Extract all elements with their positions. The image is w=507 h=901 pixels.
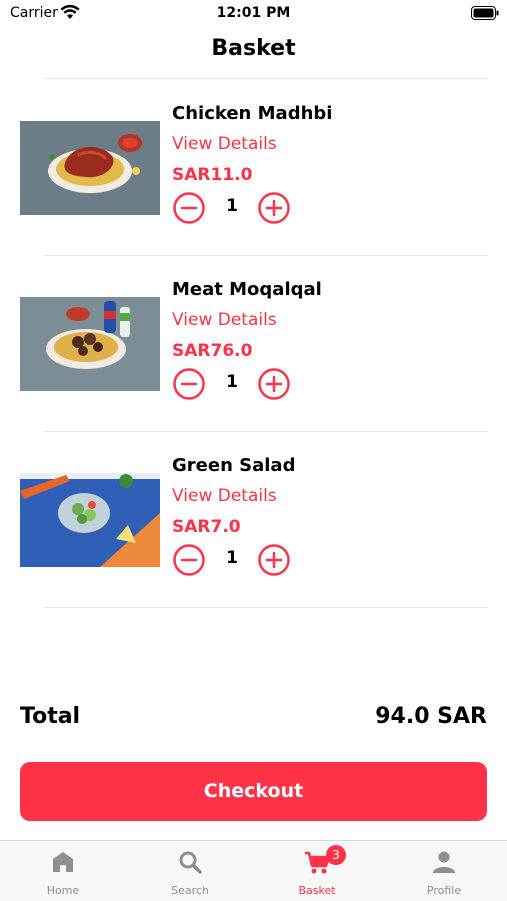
- decrease-quantity-button[interactable]: [173, 192, 205, 224]
- quantity-value: 1: [226, 548, 238, 568]
- tab-basket[interactable]: 3 Basket: [254, 841, 380, 901]
- tab-bar: Home Search 3 Basket Profile: [0, 840, 507, 901]
- basket-item: Chicken Madhbi View Details SAR11.0 1: [0, 79, 507, 255]
- home-icon: [53, 852, 73, 872]
- view-details-link[interactable]: View Details: [172, 486, 277, 506]
- item-price: SAR11.0: [172, 165, 253, 185]
- increase-quantity-button[interactable]: [258, 368, 290, 400]
- decrease-quantity-button[interactable]: [173, 544, 205, 576]
- tab-label: Profile: [426, 884, 462, 897]
- basket-item: Green Salad View Details SAR7.0 1: [0, 431, 507, 607]
- quantity-value: 1: [226, 196, 238, 216]
- total-value: 94.0 SAR: [375, 704, 487, 729]
- view-details-link[interactable]: View Details: [172, 134, 277, 154]
- decrease-quantity-button[interactable]: [173, 368, 205, 400]
- tab-label: Basket: [298, 884, 336, 897]
- basket-item: Meat Moqalqal View Details SAR76.0 1: [0, 255, 507, 431]
- quantity-value: 1: [226, 372, 238, 392]
- checkout-button[interactable]: Checkout: [20, 762, 487, 821]
- item-price: SAR7.0: [172, 517, 241, 537]
- tab-label: Search: [171, 884, 209, 897]
- item-name: Chicken Madhbi: [172, 103, 333, 124]
- salad-photo: [20, 473, 160, 567]
- cart-count-badge: 3: [326, 845, 346, 865]
- tab-search[interactable]: Search: [127, 841, 253, 901]
- item-price: SAR76.0: [172, 341, 253, 361]
- meat-rice-photo: [20, 297, 160, 391]
- total-label: Total: [20, 704, 81, 729]
- search-icon: [179, 851, 202, 874]
- increase-quantity-button[interactable]: [258, 544, 290, 576]
- tab-profile[interactable]: Profile: [381, 841, 507, 901]
- status-bar: Carrier 12:01 PM: [0, 0, 507, 28]
- tab-label: Home: [46, 884, 80, 897]
- clock: 12:01 PM: [216, 5, 291, 21]
- view-details-link[interactable]: View Details: [172, 310, 277, 330]
- tab-home[interactable]: Home: [0, 841, 126, 901]
- item-name: Green Salad: [172, 455, 296, 476]
- item-name: Meat Moqalqal: [172, 279, 322, 300]
- divider: [44, 607, 488, 608]
- battery-icon: [471, 6, 499, 20]
- page-title: Basket: [211, 36, 296, 61]
- increase-quantity-button[interactable]: [258, 192, 290, 224]
- person-icon: [433, 851, 455, 873]
- chicken-rice-photo: [20, 121, 160, 215]
